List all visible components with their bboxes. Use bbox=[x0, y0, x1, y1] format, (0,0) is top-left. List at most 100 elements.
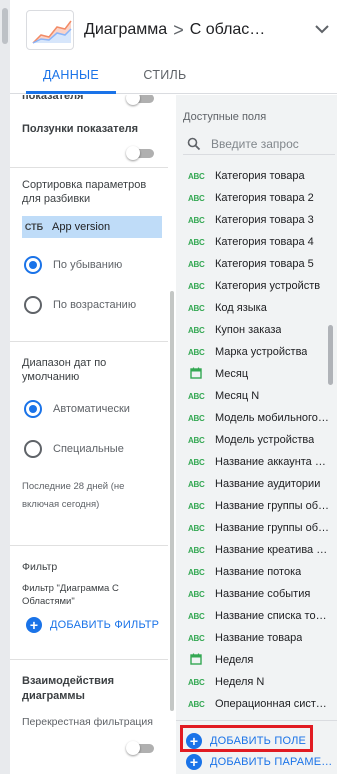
field-item[interactable]: ABC Код языка bbox=[176, 297, 337, 319]
calendar-icon bbox=[188, 367, 204, 381]
text-type-icon: ABC bbox=[188, 303, 205, 313]
field-item[interactable]: ABC Название группы об… bbox=[176, 517, 337, 539]
text-type-icon: ABC bbox=[188, 633, 205, 643]
field-name: Категория устройств bbox=[215, 280, 321, 292]
field-search-input[interactable]: Введите запрос bbox=[183, 133, 335, 155]
radio-date-auto[interactable] bbox=[24, 400, 42, 418]
chart-subtitle: С облас… bbox=[189, 21, 266, 38]
text-type-icon: ABC bbox=[188, 677, 205, 687]
text-type-icon: ABC bbox=[188, 413, 205, 423]
field-item[interactable]: ABC Название события bbox=[176, 583, 337, 605]
date-range-heading: Диапазон дат по умолчанию bbox=[22, 357, 107, 383]
field-item[interactable]: ABC Неделя N bbox=[176, 671, 337, 693]
field-name: Категория товара bbox=[215, 170, 305, 182]
metric-label-partial: показателя bbox=[22, 95, 84, 102]
sort-dimension-chip[interactable]: СТБ App version bbox=[22, 216, 162, 238]
text-type-icon: ABC bbox=[188, 171, 205, 181]
fields-scrollbar[interactable] bbox=[328, 325, 333, 385]
text-type-icon: ABC bbox=[188, 523, 205, 533]
field-list: ABC Категория товара ABC Категория товара 2… bbox=[176, 165, 337, 715]
field-item[interactable]: ABC Категория товара 4 bbox=[176, 231, 337, 253]
chevron-down-icon[interactable] bbox=[313, 20, 331, 38]
field-name: Операционная систе… bbox=[215, 698, 329, 710]
add-parameter-button[interactable]: + ДОБАВИТЬ ПАРАМЕ… bbox=[186, 754, 332, 770]
text-type-icon: ABC bbox=[188, 589, 205, 599]
available-fields-title: Доступные поля bbox=[183, 111, 267, 123]
sort-desc-label: По убыванию bbox=[53, 259, 123, 271]
field-name: Неделя N bbox=[215, 676, 265, 688]
field-name: Месяц bbox=[215, 368, 249, 380]
text-type-icon: ABC bbox=[188, 325, 205, 335]
field-name: Название списка то… bbox=[215, 610, 327, 622]
field-item[interactable]: ABC Модель устройства bbox=[176, 429, 337, 451]
left-rail bbox=[0, 0, 10, 774]
field-item[interactable]: ABC Операционная систе… bbox=[176, 693, 337, 715]
filter-section: Фильтр Фильтр "Диаграмма С Областями" + … bbox=[10, 545, 168, 657]
field-item[interactable]: ABC Категория товара 5 bbox=[176, 253, 337, 275]
field-name: Название аудитории bbox=[215, 478, 321, 490]
toggle-metric[interactable] bbox=[126, 95, 156, 105]
field-name: Категория товара 2 bbox=[215, 192, 314, 204]
add-filter-button[interactable]: + ДОБАВИТЬ ФИЛЬТР bbox=[26, 617, 159, 633]
text-type-icon: ABC bbox=[188, 545, 205, 555]
breadcrumb-separator: > bbox=[173, 19, 184, 40]
text-type-icon: ABC bbox=[188, 391, 205, 401]
properties-scrollbar[interactable] bbox=[168, 95, 176, 774]
field-item[interactable]: ABC Название потока bbox=[176, 561, 337, 583]
field-item[interactable]: ABC Название креатива … bbox=[176, 539, 337, 561]
field-name: Модель мобильного … bbox=[215, 412, 329, 424]
field-item[interactable]: Неделя bbox=[176, 649, 337, 671]
text-type-icon: ABC bbox=[188, 347, 205, 357]
text-type-icon: ABC bbox=[188, 567, 205, 577]
field-item[interactable]: ABC Месяц N bbox=[176, 385, 337, 407]
text-type-icon: ABC bbox=[188, 435, 205, 445]
toggle-cross-filter[interactable] bbox=[126, 741, 156, 755]
field-item[interactable]: ABC Название списка то… bbox=[176, 605, 337, 627]
field-name: Название группы об… bbox=[215, 500, 329, 512]
toggle-sliders[interactable] bbox=[126, 146, 156, 160]
field-name: Название товара bbox=[215, 632, 303, 644]
field-item[interactable]: ABC Название аккаунта … bbox=[176, 451, 337, 473]
rail-scroll-thumb[interactable] bbox=[2, 8, 8, 44]
field-name: Код языка bbox=[215, 302, 267, 314]
field-name: Название события bbox=[215, 588, 311, 600]
field-item[interactable]: ABC Категория товара 2 bbox=[176, 187, 337, 209]
field-item[interactable]: ABC Категория устройств bbox=[176, 275, 337, 297]
field-item[interactable]: ABC Название товара bbox=[176, 627, 337, 649]
text-type-icon: ABC bbox=[188, 457, 205, 467]
breadcrumb: Диаграмма > С облас… bbox=[84, 20, 265, 41]
interactions-section: Взаимодействия диаграммы Перекрестная фи… bbox=[10, 659, 168, 774]
field-name: Месяц N bbox=[215, 390, 260, 402]
field-item[interactable]: Месяц bbox=[176, 363, 337, 385]
dimension-type-badge: СТБ bbox=[24, 222, 44, 232]
text-type-icon: ABC bbox=[188, 281, 205, 291]
text-type-icon: ABC bbox=[188, 611, 205, 621]
interactions-heading: Взаимодействия диаграммы bbox=[22, 675, 115, 702]
field-item[interactable]: ABC Модель мобильного … bbox=[176, 407, 337, 429]
field-item[interactable]: ABC Название группы об… bbox=[176, 495, 337, 517]
panel-header: Диаграмма > С облас… bbox=[10, 0, 337, 60]
field-item[interactable]: ABC Название аудитории bbox=[176, 473, 337, 495]
field-name: Название аккаунта … bbox=[215, 456, 326, 468]
highlight-box bbox=[180, 725, 313, 752]
field-item[interactable]: ABC Категория товара 3 bbox=[176, 209, 337, 231]
radio-sort-desc[interactable] bbox=[24, 256, 42, 274]
cross-filter-label: Перекрестная фильтрация bbox=[22, 716, 153, 728]
text-type-icon: ABC bbox=[188, 193, 205, 203]
field-name: Название потока bbox=[215, 566, 302, 578]
date-custom-label: Специальные bbox=[53, 443, 124, 455]
filter-name: Фильтр "Диаграмма С Областями" bbox=[22, 583, 119, 607]
field-name: Неделя bbox=[215, 654, 254, 666]
field-item[interactable]: ABC Купон заказа bbox=[176, 319, 337, 341]
radio-sort-asc[interactable] bbox=[24, 296, 42, 314]
field-name: Модель устройства bbox=[215, 434, 315, 446]
date-auto-label: Автоматически bbox=[53, 403, 130, 415]
text-type-icon: ABC bbox=[188, 237, 205, 247]
filter-heading: Фильтр bbox=[22, 561, 58, 573]
radio-date-custom[interactable] bbox=[24, 440, 42, 458]
field-item[interactable]: ABC Категория товара bbox=[176, 165, 337, 187]
tab-style[interactable]: СТИЛЬ bbox=[130, 60, 200, 94]
tab-data[interactable]: ДАННЫЕ bbox=[26, 60, 116, 94]
sliders-label: Ползунки показателя bbox=[22, 123, 139, 135]
field-item[interactable]: ABC Марка устройства bbox=[176, 341, 337, 363]
